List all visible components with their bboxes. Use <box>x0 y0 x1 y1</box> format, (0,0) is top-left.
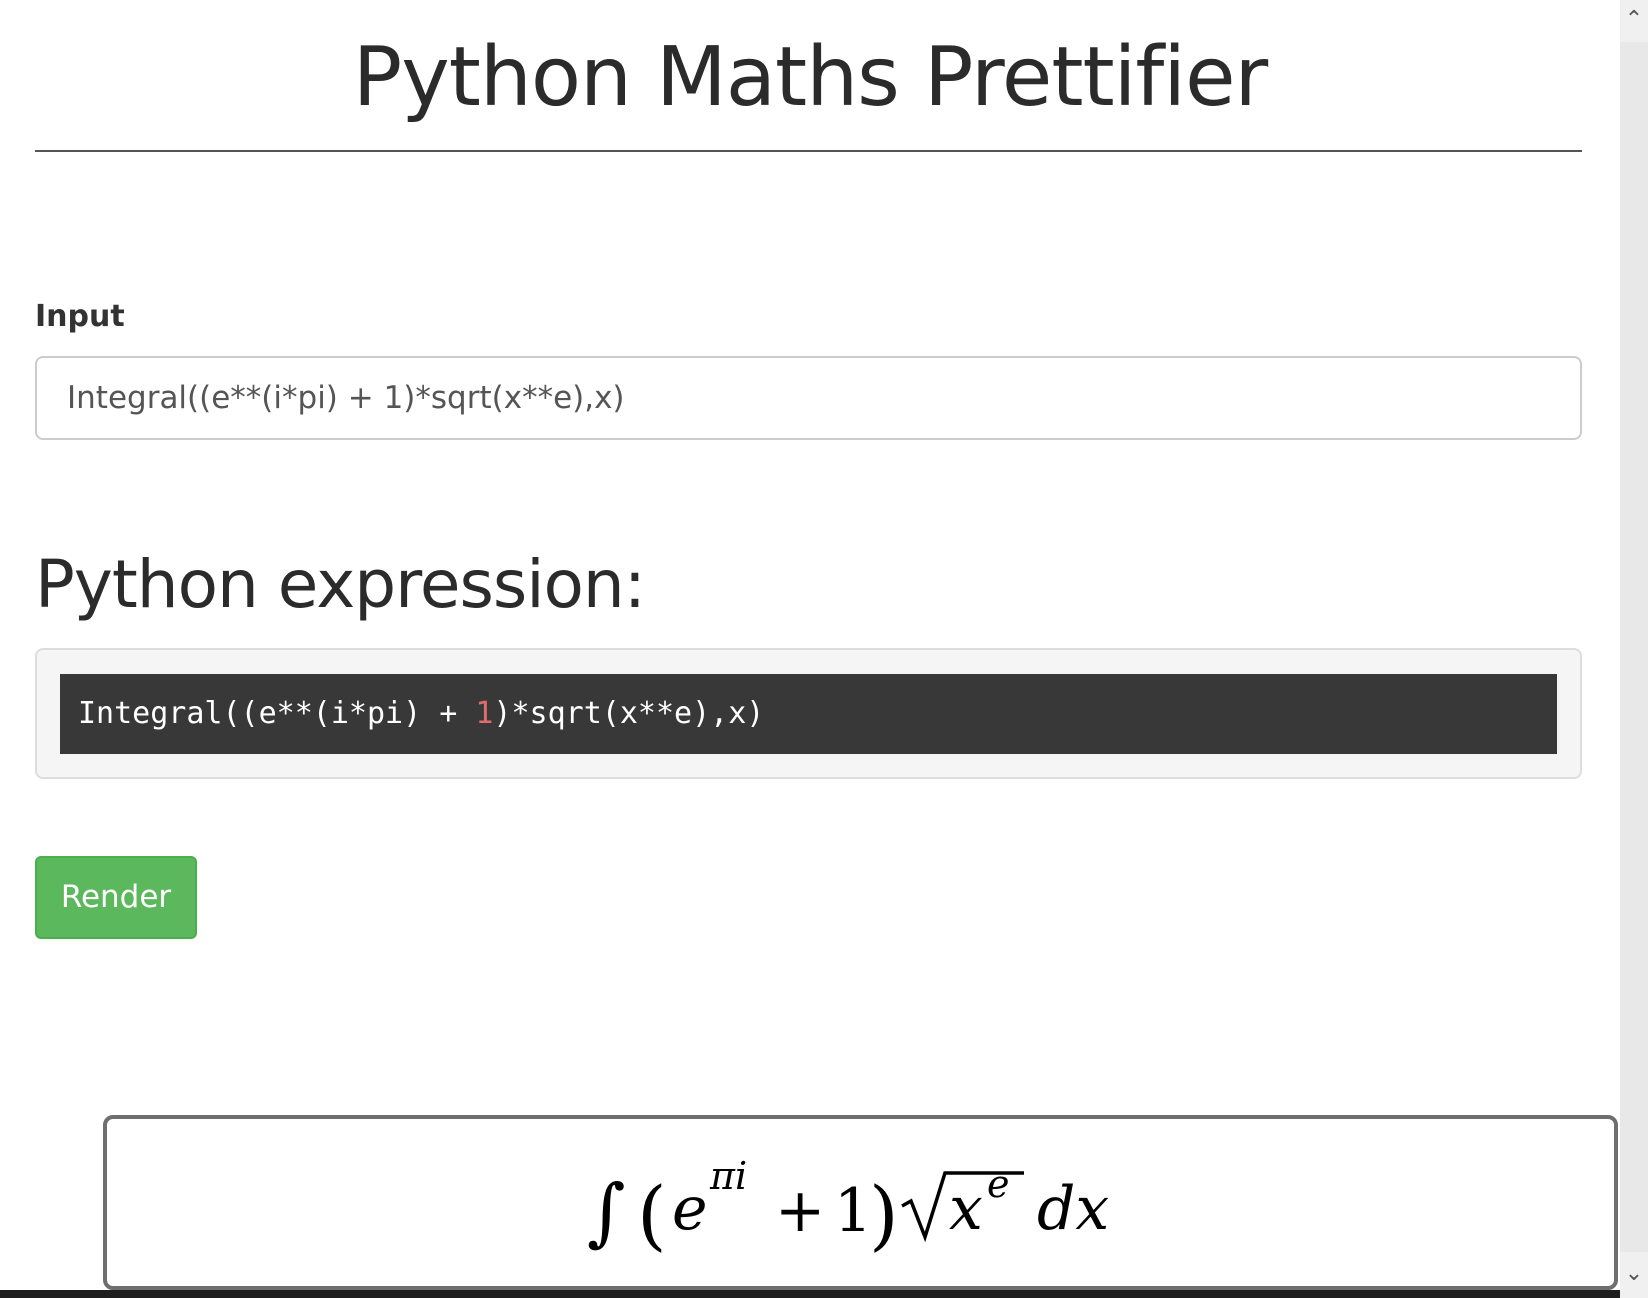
plus-sign: + <box>775 1176 825 1246</box>
input-label: Input <box>35 299 125 334</box>
title-divider <box>35 150 1582 152</box>
expression-input[interactable] <box>35 356 1582 440</box>
differential-dx: dx <box>1037 1174 1109 1244</box>
page-title: Python Maths Prettifier <box>352 30 1268 125</box>
python-code-block: Integral((e**(i*pi) + 1)*sqrt(x**e),x) <box>60 674 1557 754</box>
exponent-pi-i: πi <box>709 1154 747 1198</box>
open-paren: ( <box>637 1170 667 1259</box>
python-expression-heading: Python expression: <box>35 546 646 623</box>
code-text-start: Integral((e**(i*pi) + <box>78 696 476 731</box>
chevron-up-icon[interactable]: ⌃ <box>1620 0 1648 40</box>
radicand-x: x <box>949 1174 983 1244</box>
close-paren: ) <box>869 1170 899 1259</box>
number-one: 1 <box>834 1176 872 1246</box>
code-number-literal: 1 <box>475 696 494 731</box>
code-well: Integral((e**(i*pi) + 1)*sqrt(x**e),x) <box>35 648 1582 779</box>
base-e: e <box>672 1174 708 1244</box>
code-text-end: )*sqrt(x**e),x) <box>493 696 765 731</box>
radicand-exponent-e: e <box>987 1162 1010 1206</box>
scrollbar-thumb[interactable] <box>1620 42 1648 1252</box>
chevron-down-icon[interactable]: ⌄ <box>1620 1254 1648 1294</box>
page: Python Maths Prettifier Input Python exp… <box>0 0 1620 1298</box>
math-formula: ∫ ( e πi + 1 ) x e dx <box>587 1154 1109 1259</box>
render-button[interactable]: Render <box>35 856 197 939</box>
integral-sign: ∫ <box>587 1169 626 1255</box>
background-editor-strip <box>0 1290 1620 1298</box>
rendered-math-output: ∫ ( e πi + 1 ) x e dx <box>103 1115 1618 1290</box>
